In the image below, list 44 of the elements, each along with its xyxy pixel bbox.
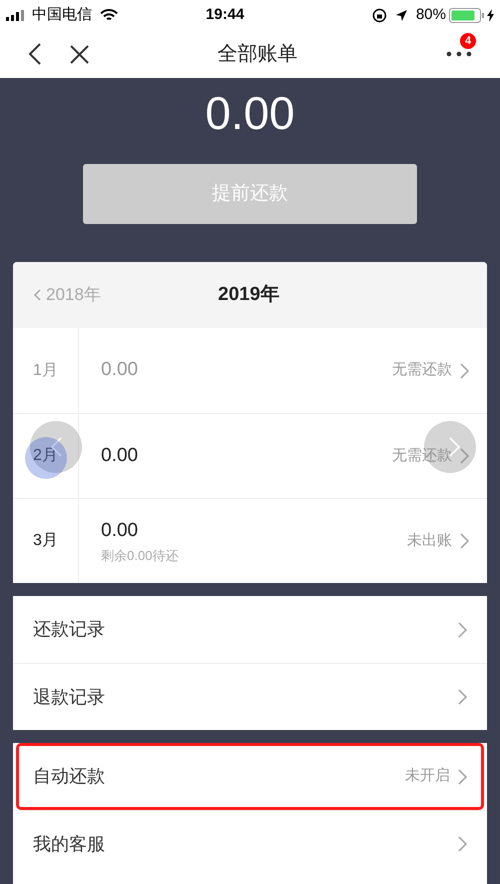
bill-status: 无需还款 [392, 360, 452, 380]
chevron-right-icon [458, 622, 467, 638]
chevron-right-icon [458, 689, 467, 705]
month-label: 1月 [33, 360, 58, 380]
more-icon[interactable] [446, 51, 472, 57]
menu-label: 还款记录 [33, 618, 106, 641]
chevron-right-icon [460, 362, 469, 378]
bill-status: 无需还款 [392, 446, 452, 466]
clock-time: 19:44 [204, 4, 246, 25]
nav-circle-right[interactable] [424, 421, 476, 473]
page-title: 全部账单 [216, 42, 298, 67]
remaining-note: 剩余0.00待还 [101, 546, 180, 564]
close-icon[interactable] [70, 44, 89, 64]
chevron-right-icon [460, 533, 469, 549]
menu-item[interactable]: 还款记录 [13, 596, 487, 663]
chevron-right-icon [460, 448, 469, 464]
menu-value: 未开启 [405, 766, 450, 786]
month-amount: 0.00 [101, 358, 139, 382]
month-amount: 0.00 [101, 519, 139, 543]
menu-label: 自动还款 [33, 765, 106, 788]
month-amount: 0.00 [101, 444, 139, 468]
menu-item[interactable]: 我的客服 [13, 810, 487, 877]
month-label: 3月 [33, 531, 58, 551]
charging-icon [487, 8, 494, 22]
bill-status: 未出账 [407, 530, 452, 551]
battery-icon [449, 8, 485, 22]
bill-amount: 0.00 [205, 86, 295, 141]
rotation-lock-icon [372, 8, 387, 22]
menu-item[interactable]: 退款记录 [13, 663, 487, 730]
back-icon[interactable] [28, 43, 42, 65]
chevron-left-icon [33, 289, 41, 302]
nav-circle-left[interactable] [30, 421, 82, 473]
menu-label: 我的客服 [33, 832, 106, 856]
current-year: 2019年 [218, 282, 280, 307]
month-label: 2月 [33, 446, 58, 466]
menu-label: 退款记录 [33, 686, 106, 708]
menu-item[interactable]: 自动还款 未开启 [16, 743, 484, 810]
notification-badge: 4 [460, 33, 476, 49]
chevron-right-icon [458, 836, 467, 852]
chevron-right-icon [458, 768, 467, 784]
location-icon [394, 8, 408, 22]
battery-percent: 80% [416, 4, 446, 25]
wifi-icon [100, 8, 118, 22]
carrier-name: 中国电信 [32, 4, 92, 25]
